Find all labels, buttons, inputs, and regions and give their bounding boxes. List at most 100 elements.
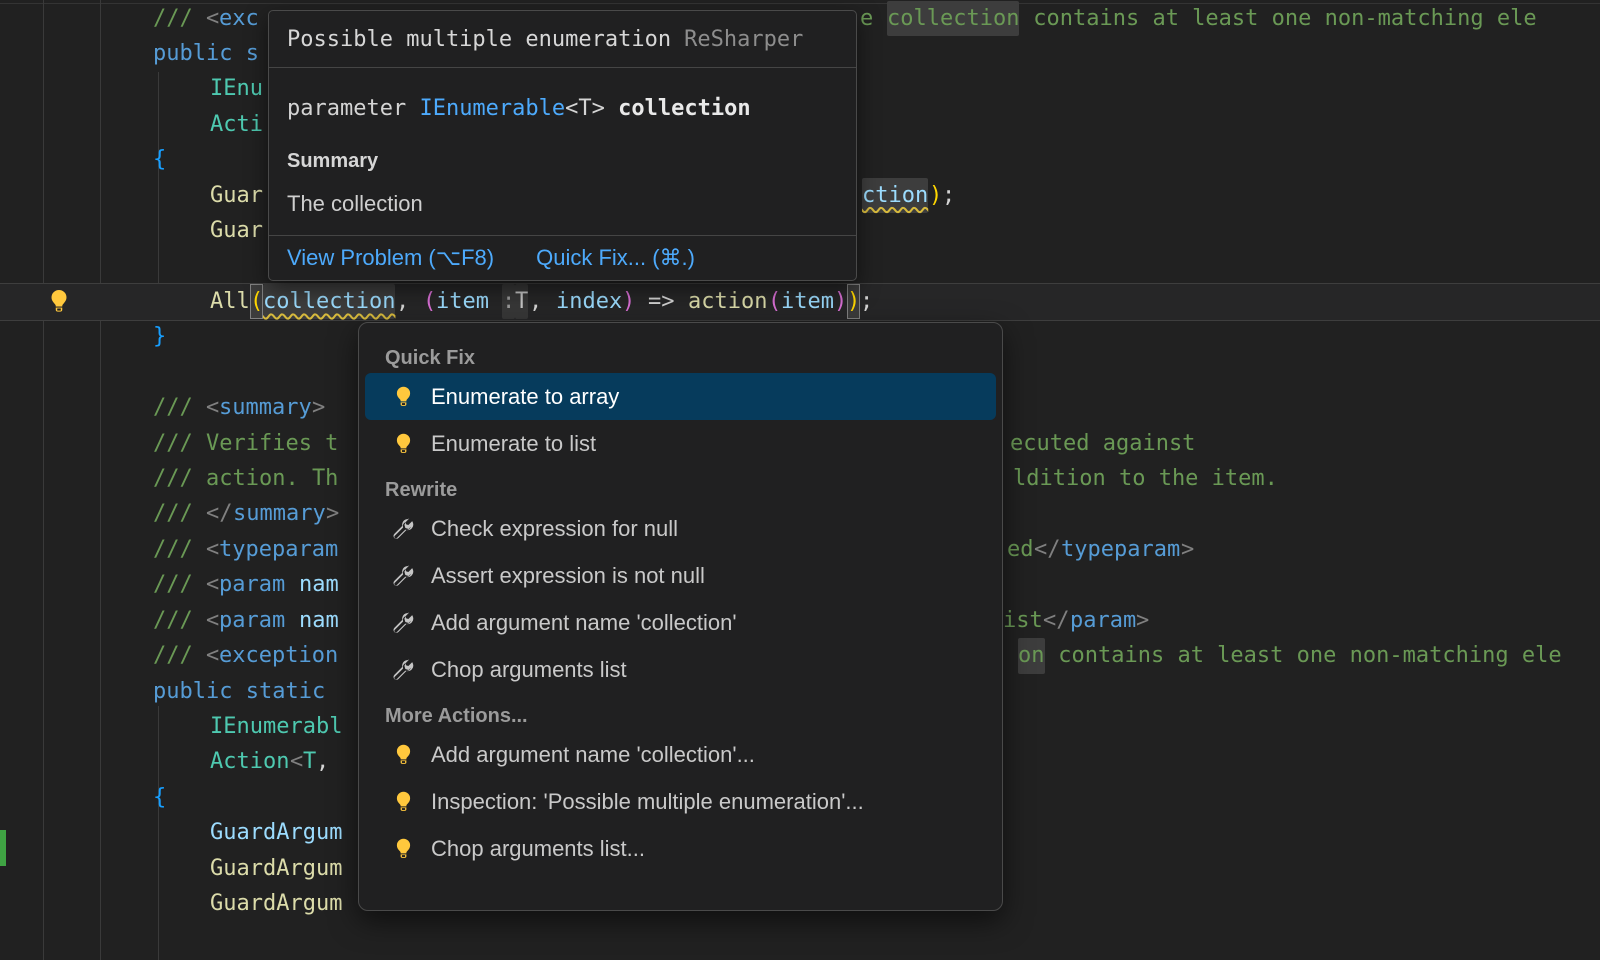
code-token: }	[153, 319, 166, 354]
menu-item[interactable]: Assert expression is not null	[365, 552, 996, 599]
code-token: ,	[396, 284, 409, 319]
code-token: exception	[219, 638, 338, 673]
code-token: <	[290, 744, 303, 779]
code-token: ///	[153, 603, 206, 638]
menu-item[interactable]: Enumerate to array	[365, 373, 996, 420]
code-token: contains at least one non-matching ele	[1020, 1, 1537, 36]
code-token: )	[847, 284, 860, 319]
hover-action-bar: View Problem (⌥F8) Quick Fix... (⌘.)	[269, 235, 856, 280]
code-token: contains at least one non-matching ele	[1045, 638, 1562, 673]
code-token: IEnu	[210, 71, 263, 106]
code-token: exc	[219, 1, 259, 36]
code-token: <	[206, 638, 219, 673]
code-token: T	[303, 744, 316, 779]
vscode-editor-screenshot: { "colors": { "editor_background": "#212…	[0, 0, 1600, 960]
code-token: <	[206, 1, 219, 36]
parameter-name: collection	[618, 96, 750, 121]
code-token: typeparam	[1061, 532, 1180, 567]
summary-heading: Summary	[287, 148, 838, 174]
code-token: ist	[1003, 603, 1043, 638]
code-token: ///	[153, 532, 206, 567]
code-line: All(collection,(item:T,index)=>action(it…	[0, 284, 1600, 320]
wrench-icon	[391, 658, 415, 682]
wrench-icon	[391, 517, 415, 541]
code-token: All	[210, 284, 250, 319]
code-token: ed	[1007, 532, 1034, 567]
code-token: on	[1018, 638, 1045, 673]
code-token: <	[206, 567, 219, 602]
menu-item[interactable]: Add argument name 'collection'...	[365, 731, 996, 778]
menu-item-label: Enumerate to list	[431, 431, 596, 457]
menu-item-label: Enumerate to array	[431, 384, 619, 410]
diagnostic-source: ReSharper	[684, 27, 803, 52]
menu-section-header: More Actions...	[359, 701, 1002, 731]
code-token: collection	[263, 284, 395, 319]
code-token: >	[1181, 532, 1194, 567]
code-token: {	[153, 142, 166, 177]
code-token: <	[206, 603, 219, 638]
code-token: param	[219, 567, 285, 602]
menu-item[interactable]: Chop arguments list...	[365, 825, 996, 872]
parameter-type: IEnumerable	[419, 96, 565, 121]
view-problem-link[interactable]: View Problem (⌥F8)	[287, 245, 494, 271]
parameter-generic: <T>	[565, 96, 618, 121]
code-token: param	[1070, 603, 1136, 638]
code-token: public s	[153, 36, 259, 71]
code-token: /// Verifies t	[153, 426, 338, 461]
lightbulb-icon[interactable]	[46, 288, 72, 314]
parameter-signature: parameter IEnumerable<T> collection	[287, 94, 838, 124]
code-token: GuardArgum	[210, 815, 342, 850]
code-token: typeparam	[219, 532, 338, 567]
code-token: </	[1043, 603, 1070, 638]
menu-item[interactable]: Chop arguments list	[365, 646, 996, 693]
parameter-keyword: parameter	[287, 96, 419, 121]
quick-fix-link[interactable]: Quick Fix... (⌘.)	[536, 245, 695, 271]
code-token: (	[423, 284, 436, 319]
code-token: )	[929, 178, 942, 213]
code-token: item	[781, 284, 834, 319]
menu-item[interactable]: Check expression for null	[365, 505, 996, 552]
code-token: ///	[153, 496, 206, 531]
code-token: =>	[648, 284, 675, 319]
wrench-icon	[391, 611, 415, 635]
wrench-icon	[391, 564, 415, 588]
menu-item-label: Assert expression is not null	[431, 563, 705, 589]
menu-item-label: Add argument name 'collection'	[431, 610, 737, 636]
code-token: nam	[299, 603, 339, 638]
lightbulb-icon	[391, 837, 415, 861]
code-token: item	[436, 284, 489, 319]
code-token: param	[219, 603, 285, 638]
code-token: (	[250, 284, 263, 319]
code-token: e	[860, 1, 887, 36]
code-token: (	[768, 284, 781, 319]
diagnostic-message-row: Possible multiple enumeration ReSharper	[269, 11, 856, 68]
code-token: GuardArgum	[210, 886, 342, 921]
code-token: {	[153, 780, 166, 815]
code-token: ecuted against	[1010, 426, 1195, 461]
code-token: Action	[210, 744, 289, 779]
code-token: )	[622, 284, 635, 319]
code-token: collection	[887, 1, 1019, 36]
code-token: index	[556, 284, 622, 319]
quickfix-action-menu: Quick FixEnumerate to arrayEnumerate to …	[358, 322, 1003, 911]
code-token: GuardArgum	[210, 851, 342, 886]
menu-item[interactable]: Inspection: 'Possible multiple enumerati…	[365, 778, 996, 825]
code-token: ction	[862, 178, 928, 213]
code-token: <	[206, 390, 219, 425]
lightbulb-icon	[391, 743, 415, 767]
code-token: summary	[219, 390, 312, 425]
menu-item-label: Add argument name 'collection'...	[431, 742, 755, 768]
code-token: Guar	[210, 213, 263, 248]
menu-item-label: Chop arguments list...	[431, 836, 645, 862]
code-token: public static	[153, 674, 325, 709]
code-token: ldition to the item.	[1013, 461, 1278, 496]
code-token: action	[688, 284, 767, 319]
code-token: Acti	[210, 107, 263, 142]
menu-item[interactable]: Enumerate to list	[365, 420, 996, 467]
code-token: >	[312, 390, 325, 425]
menu-item-label: Inspection: 'Possible multiple enumerati…	[431, 789, 864, 815]
menu-item[interactable]: Add argument name 'collection'	[365, 599, 996, 646]
lightbulb-icon	[391, 790, 415, 814]
diagnostic-hover-popup: Possible multiple enumeration ReSharper …	[268, 10, 857, 281]
menu-section-header: Rewrite	[359, 475, 1002, 505]
